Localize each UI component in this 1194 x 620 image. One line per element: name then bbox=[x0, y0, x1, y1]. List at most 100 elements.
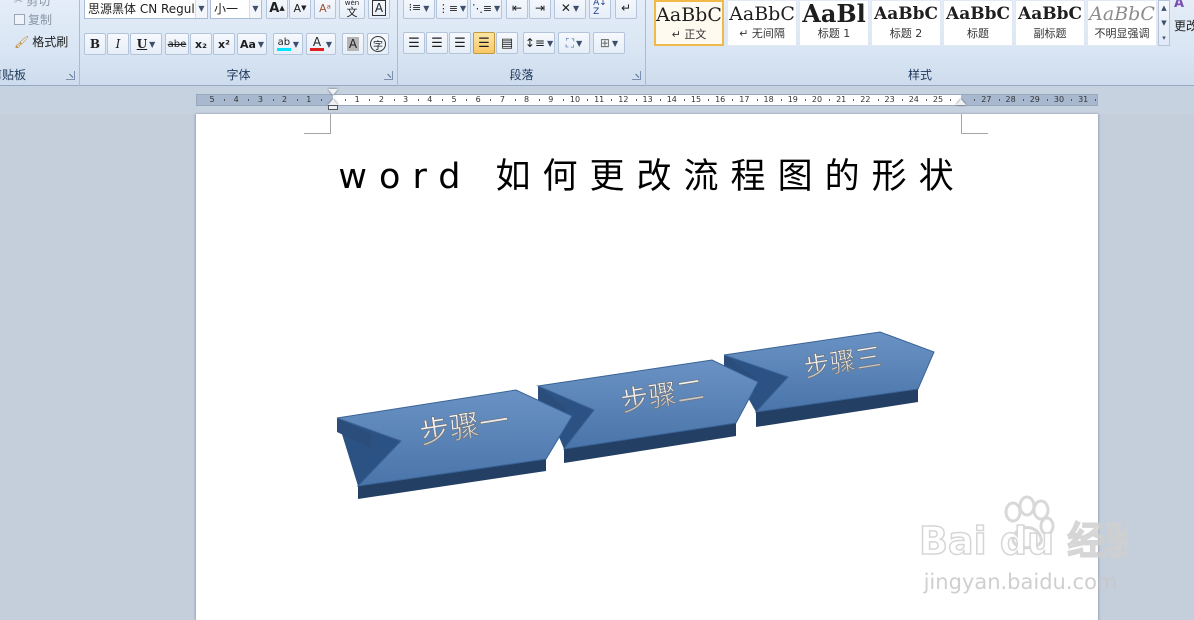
style-heading-2[interactable]: AaBbC 标题 2 bbox=[871, 0, 941, 46]
decrease-indent-button[interactable]: ⇤ bbox=[506, 0, 528, 19]
numbering-button[interactable]: ⋮≡ ▼ bbox=[436, 0, 468, 19]
ruler-tick bbox=[562, 99, 564, 101]
shrink-font-button[interactable]: A ▼ bbox=[289, 0, 311, 19]
strikethrough-button[interactable]: abe bbox=[165, 33, 189, 55]
shading-button[interactable]: ⛶ ▼ bbox=[558, 32, 590, 54]
font-size-value: 小一 bbox=[214, 2, 239, 16]
horizontal-ruler[interactable]: 5 4 3 2 1 1 2 3 4 5 6 7 8 9 10 11 12 13 14 15 16 17 18 19 20 21 22… bbox=[196, 89, 1098, 110]
change-styles-button[interactable]: A 更改 bbox=[1174, 0, 1194, 46]
expand-gallery-icon[interactable]: ▾ bbox=[1162, 34, 1166, 42]
ruler-number: 5 bbox=[209, 95, 215, 104]
change-case-button[interactable]: Aa ▼ bbox=[237, 33, 267, 55]
font-launcher-icon[interactable] bbox=[384, 71, 393, 80]
underline-icon: U bbox=[136, 37, 148, 51]
justify-button[interactable]: ☰ bbox=[473, 32, 495, 54]
strikethrough-icon: abe bbox=[167, 38, 187, 50]
font-color-icon: A bbox=[309, 36, 324, 51]
align-right-button[interactable]: ☰ bbox=[449, 32, 471, 54]
grow-font-icon: A bbox=[269, 0, 280, 16]
watermark-url: jingyan.baidu.com bbox=[923, 570, 1118, 594]
copy-icon bbox=[14, 14, 25, 25]
style-heading-1[interactable]: AaBl 标题 1 bbox=[799, 0, 869, 46]
distribute-button[interactable]: ▤ bbox=[496, 32, 518, 54]
ruler-left-margin bbox=[197, 95, 333, 105]
font-size-combo[interactable]: 小一 ▼ bbox=[210, 0, 262, 19]
right-indent-marker[interactable] bbox=[956, 99, 966, 105]
style-title[interactable]: AaBbC 标题 bbox=[943, 0, 1013, 46]
style-subtle-emphasis[interactable]: AaBbC 不明显强调 bbox=[1087, 0, 1157, 46]
style-name: ↵ 无间隔 bbox=[739, 27, 785, 40]
style-subtitle[interactable]: AaBbC 副标题 bbox=[1015, 0, 1085, 46]
enclose-characters-button[interactable]: 字 bbox=[367, 33, 389, 55]
style-preview: AaBl bbox=[802, 0, 866, 28]
style-normal[interactable]: AaBbC ↵ 正文 bbox=[654, 0, 724, 46]
character-shading-button[interactable]: A bbox=[342, 33, 364, 55]
grow-font-button[interactable]: A ▲ bbox=[266, 0, 288, 19]
bullets-button[interactable]: ⁝≡ ▼ bbox=[403, 0, 435, 19]
ruler-number: 27 bbox=[981, 95, 992, 104]
sort-button[interactable]: A↓ Z bbox=[589, 0, 611, 19]
subscript-icon: x₂ bbox=[195, 37, 207, 51]
ruler-tick bbox=[1071, 99, 1073, 101]
ruler-tick bbox=[998, 99, 1000, 101]
bold-button[interactable]: B bbox=[84, 33, 106, 55]
scroll-down-icon[interactable]: ▼ bbox=[1161, 19, 1166, 27]
character-shading-icon: A bbox=[346, 37, 360, 51]
show-marks-button[interactable]: ↵ bbox=[615, 0, 637, 19]
chevron-step-2[interactable]: 步骤二 bbox=[536, 359, 759, 463]
copy-button[interactable]: 复制 bbox=[14, 11, 52, 28]
clipboard-launcher-icon[interactable] bbox=[66, 71, 75, 80]
phonetic-guide-button[interactable]: wén 文 bbox=[339, 0, 365, 19]
ruler-tick bbox=[490, 99, 492, 101]
change-case-icon: Aa bbox=[239, 37, 256, 51]
ruler-tick bbox=[853, 99, 855, 101]
multilevel-list-button[interactable]: ⋱≡ ▼ bbox=[470, 0, 502, 19]
chevron-down-icon[interactable]: ▼ bbox=[249, 0, 261, 18]
enclose-characters-icon: 字 bbox=[370, 36, 386, 52]
ruler-tick bbox=[272, 99, 274, 101]
first-line-indent-marker[interactable] bbox=[328, 89, 338, 95]
justify-icon: ☰ bbox=[478, 35, 490, 51]
increase-indent-button[interactable]: ⇥ bbox=[529, 0, 551, 19]
change-styles-icon: A bbox=[1174, 0, 1185, 11]
style-no-spacing[interactable]: AaBbC ↵ 无间隔 bbox=[727, 0, 797, 46]
character-border-button[interactable]: A bbox=[368, 0, 390, 19]
highlight-button[interactable]: ab ▼ bbox=[273, 33, 303, 55]
increase-indent-icon: ⇥ bbox=[534, 1, 546, 15]
font-name-combo[interactable]: 思源黑体 CN Regul ▼ bbox=[84, 0, 208, 19]
styles-scroll[interactable]: ▲ ▼ ▾ bbox=[1158, 0, 1170, 46]
chevron-step-1[interactable]: 步骤一 bbox=[336, 389, 573, 499]
chevron-down-icon[interactable]: ▼ bbox=[195, 0, 207, 18]
font-color-button[interactable]: A ▼ bbox=[306, 33, 336, 55]
ruler-number: 3 bbox=[257, 95, 263, 104]
left-indent-marker[interactable] bbox=[328, 105, 338, 110]
align-center-button[interactable]: ☰ bbox=[426, 32, 448, 54]
ruler-tick bbox=[780, 99, 782, 101]
cut-button[interactable]: ✂ 剪切 bbox=[14, 0, 50, 9]
subscript-button[interactable]: x₂ bbox=[190, 33, 212, 55]
asian-layout-button[interactable]: ✕ ▼ bbox=[554, 0, 586, 19]
ruler-number: 16 bbox=[715, 95, 726, 104]
superscript-button[interactable]: x² bbox=[213, 33, 235, 55]
line-spacing-button[interactable]: ↕≡ ▼ bbox=[523, 32, 555, 54]
format-painter-button[interactable]: 🖌 格式刷 bbox=[14, 33, 68, 50]
clear-format-button[interactable]: Aᵃ bbox=[314, 0, 336, 19]
ruler-number: 19 bbox=[787, 95, 798, 104]
align-left-button[interactable]: ☰ bbox=[403, 32, 425, 54]
paragraph-launcher-icon[interactable] bbox=[632, 71, 641, 80]
underline-button[interactable]: U ▼ bbox=[130, 33, 162, 55]
font-color-bar bbox=[309, 48, 324, 51]
ruler-tick bbox=[441, 99, 443, 101]
scroll-up-icon[interactable]: ▲ bbox=[1161, 4, 1166, 12]
ruler-tick bbox=[514, 99, 516, 101]
ruler-number: 20 bbox=[811, 95, 823, 104]
ruler-number: 31 bbox=[1078, 95, 1089, 104]
sort-icon: A↓ Z bbox=[593, 0, 607, 17]
chevron-step-3[interactable]: 步骤三 bbox=[723, 331, 935, 427]
ruler-tick bbox=[974, 99, 976, 101]
ruler-number: 2 bbox=[282, 95, 288, 104]
ruler-tick bbox=[369, 99, 371, 101]
italic-icon: I bbox=[115, 37, 121, 51]
borders-button[interactable]: ⊞ ▼ bbox=[593, 32, 625, 54]
italic-button[interactable]: I bbox=[107, 33, 129, 55]
